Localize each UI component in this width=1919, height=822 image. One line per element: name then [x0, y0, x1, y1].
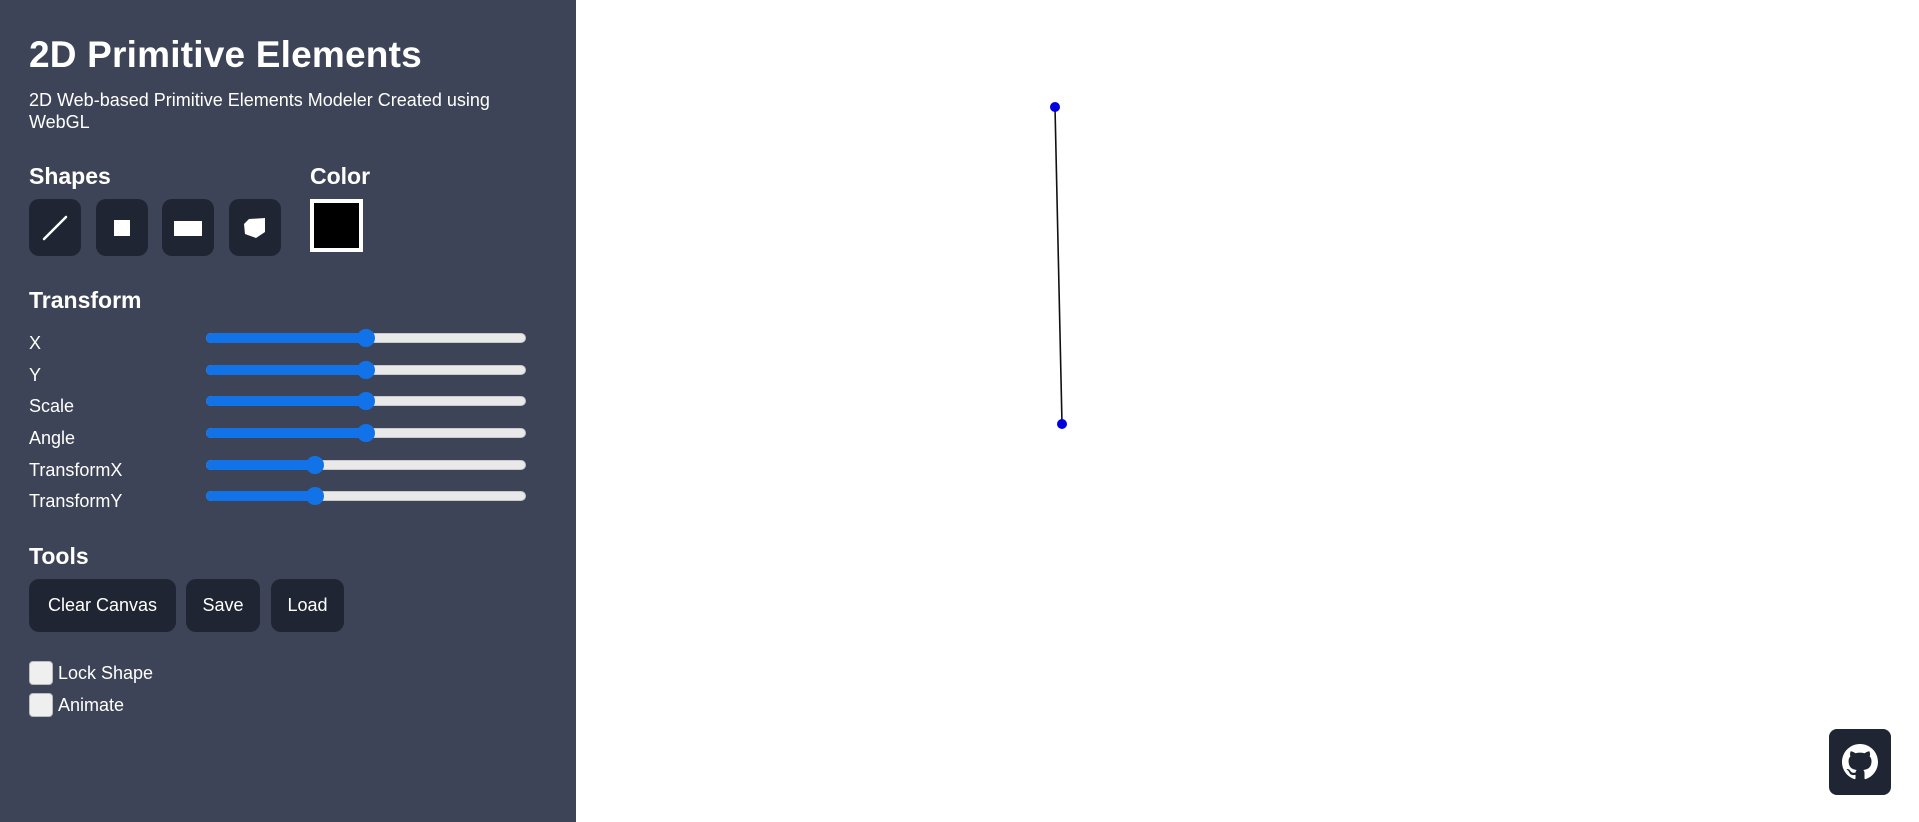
drawing-canvas[interactable] — [576, 0, 1919, 822]
slider-label-y: Y — [29, 365, 42, 385]
clear-canvas-button[interactable]: Clear Canvas — [29, 579, 176, 632]
vertex-handle-top[interactable] — [1050, 102, 1060, 112]
scale-slider[interactable] — [206, 392, 526, 410]
app-title: 2D Primitive Elements — [29, 34, 422, 75]
animate-label: Animate — [58, 694, 125, 715]
angle-slider-thumb[interactable] — [357, 424, 375, 442]
polygon-shape-button[interactable] — [229, 199, 281, 256]
y-slider[interactable] — [206, 361, 526, 379]
transformx-slider-thumb[interactable] — [305, 456, 324, 474]
transformy-slider-thumb[interactable] — [305, 487, 324, 505]
shapes-heading: Shapes — [29, 163, 111, 189]
slider-label-transformx: TransformX — [29, 460, 123, 480]
polygon-icon — [244, 217, 265, 238]
save-button[interactable]: Save — [186, 579, 260, 632]
y-slider-thumb[interactable] — [357, 361, 375, 379]
vertex-handle-bottom[interactable] — [1057, 419, 1067, 429]
load-button[interactable]: Load — [271, 579, 344, 632]
slider-label-x: X — [29, 333, 42, 353]
slider-label-scale: Scale — [29, 396, 75, 416]
tools-heading: Tools — [29, 543, 89, 569]
app-subtitle: 2D Web-based Primitive Elements Modeler … — [29, 90, 490, 132]
lock-shape-option[interactable]: Lock Shape — [29, 661, 153, 685]
lock-shape-label: Lock Shape — [58, 662, 154, 683]
x-slider[interactable] — [206, 329, 526, 347]
slider-label-transformy: TransformY — [29, 491, 123, 511]
x-slider-thumb[interactable] — [357, 329, 375, 347]
lock-shape-checkbox[interactable] — [29, 661, 53, 685]
rectangle-icon — [174, 220, 202, 236]
sidebar: 2D Primitive Elements 2D Web-based Primi… — [0, 0, 576, 822]
scale-slider-thumb[interactable] — [357, 392, 375, 410]
github-icon — [1842, 744, 1878, 780]
line-shape-button[interactable] — [29, 199, 81, 256]
animate-option[interactable]: Animate — [29, 693, 124, 717]
slider-label-angle: Angle — [29, 428, 76, 448]
color-heading: Color — [310, 163, 371, 189]
square-shape-button[interactable] — [96, 199, 148, 256]
rectangle-shape-button[interactable] — [162, 199, 214, 256]
canvas-drawing — [1050, 102, 1067, 429]
transform-heading: Transform — [29, 287, 142, 313]
color-picker[interactable] — [310, 199, 363, 252]
line-shape[interactable] — [1054, 106, 1063, 425]
angle-slider[interactable] — [206, 424, 526, 442]
transformy-slider[interactable] — [206, 487, 526, 505]
transformx-slider[interactable] — [206, 456, 526, 474]
github-link-button[interactable] — [1829, 729, 1891, 795]
square-icon — [114, 219, 130, 236]
color-swatch-fill — [314, 203, 359, 248]
line-icon — [42, 215, 68, 240]
animate-checkbox[interactable] — [29, 693, 53, 717]
